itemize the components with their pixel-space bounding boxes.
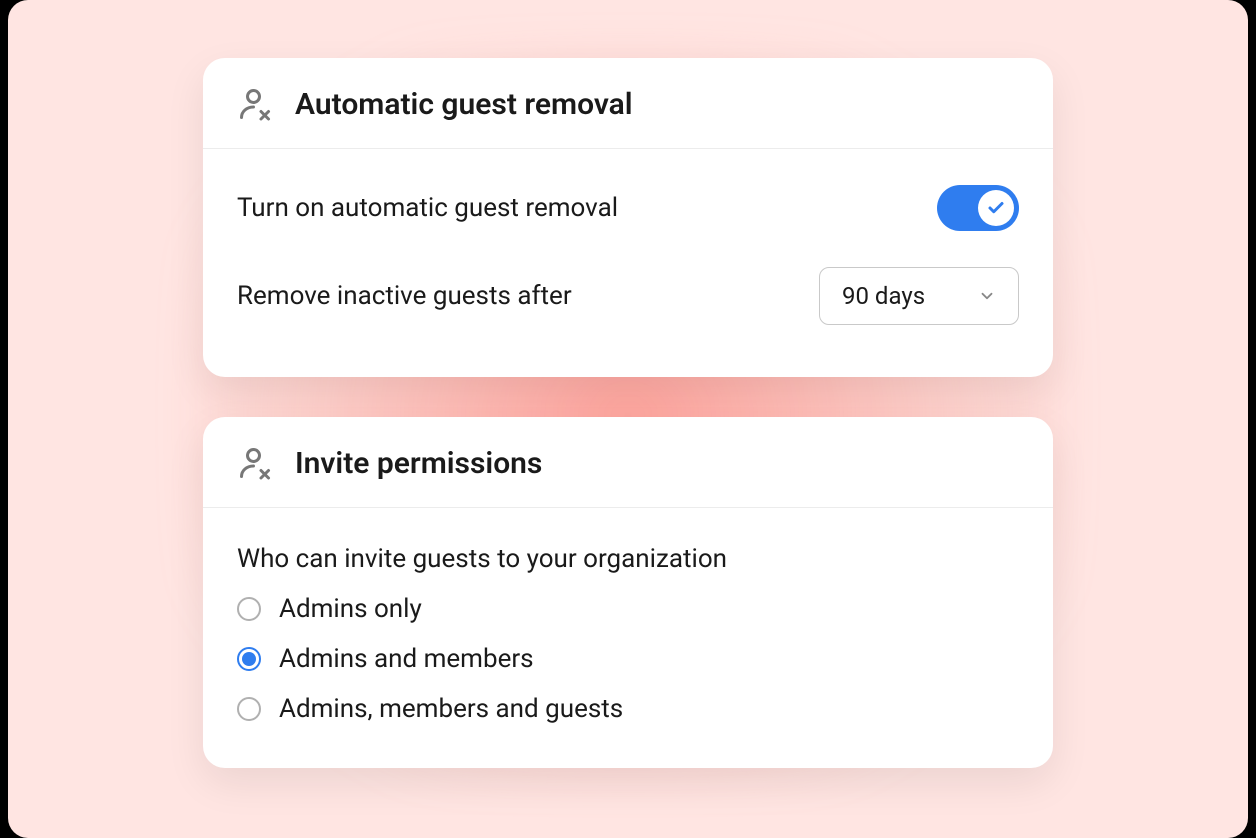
card-body: Turn on automatic guest removal Remove i… [203,149,1053,377]
check-icon [987,199,1005,217]
radio-option-admins-only[interactable]: Admins only [237,584,1019,634]
card-header: Automatic guest removal [203,58,1053,149]
automatic-guest-removal-card: Automatic guest removal Turn on automati… [203,58,1053,377]
radio-label: Admins and members [279,644,534,674]
remove-after-select[interactable]: 90 days [819,267,1019,325]
settings-canvas: Automatic guest removal Turn on automati… [8,0,1248,838]
card-title: Automatic guest removal [295,87,633,122]
card-header: Invite permissions [203,417,1053,508]
radio-option-admins-members[interactable]: Admins and members [237,634,1019,684]
toggle-row: Turn on automatic guest removal [237,167,1019,249]
card-body: Who can invite guests to your organizati… [203,508,1053,768]
radio-indicator [237,597,261,621]
radio-label: Admins only [279,594,422,624]
select-value: 90 days [842,282,925,310]
user-x-icon [237,86,273,122]
user-x-icon [237,445,273,481]
radio-indicator [237,647,261,671]
chevron-down-icon [978,287,996,305]
invite-question: Who can invite guests to your organizati… [237,526,1019,584]
toggle-label: Turn on automatic guest removal [237,193,618,223]
invite-permissions-card: Invite permissions Who can invite guests… [203,417,1053,768]
remove-after-row: Remove inactive guests after 90 days [237,249,1019,343]
radio-label: Admins, members and guests [279,694,623,724]
toggle-knob [978,190,1014,226]
radio-option-admins-members-guests[interactable]: Admins, members and guests [237,684,1019,734]
auto-removal-toggle[interactable] [937,185,1019,231]
radio-indicator [237,697,261,721]
card-title: Invite permissions [295,446,542,481]
remove-after-label: Remove inactive guests after [237,281,572,311]
